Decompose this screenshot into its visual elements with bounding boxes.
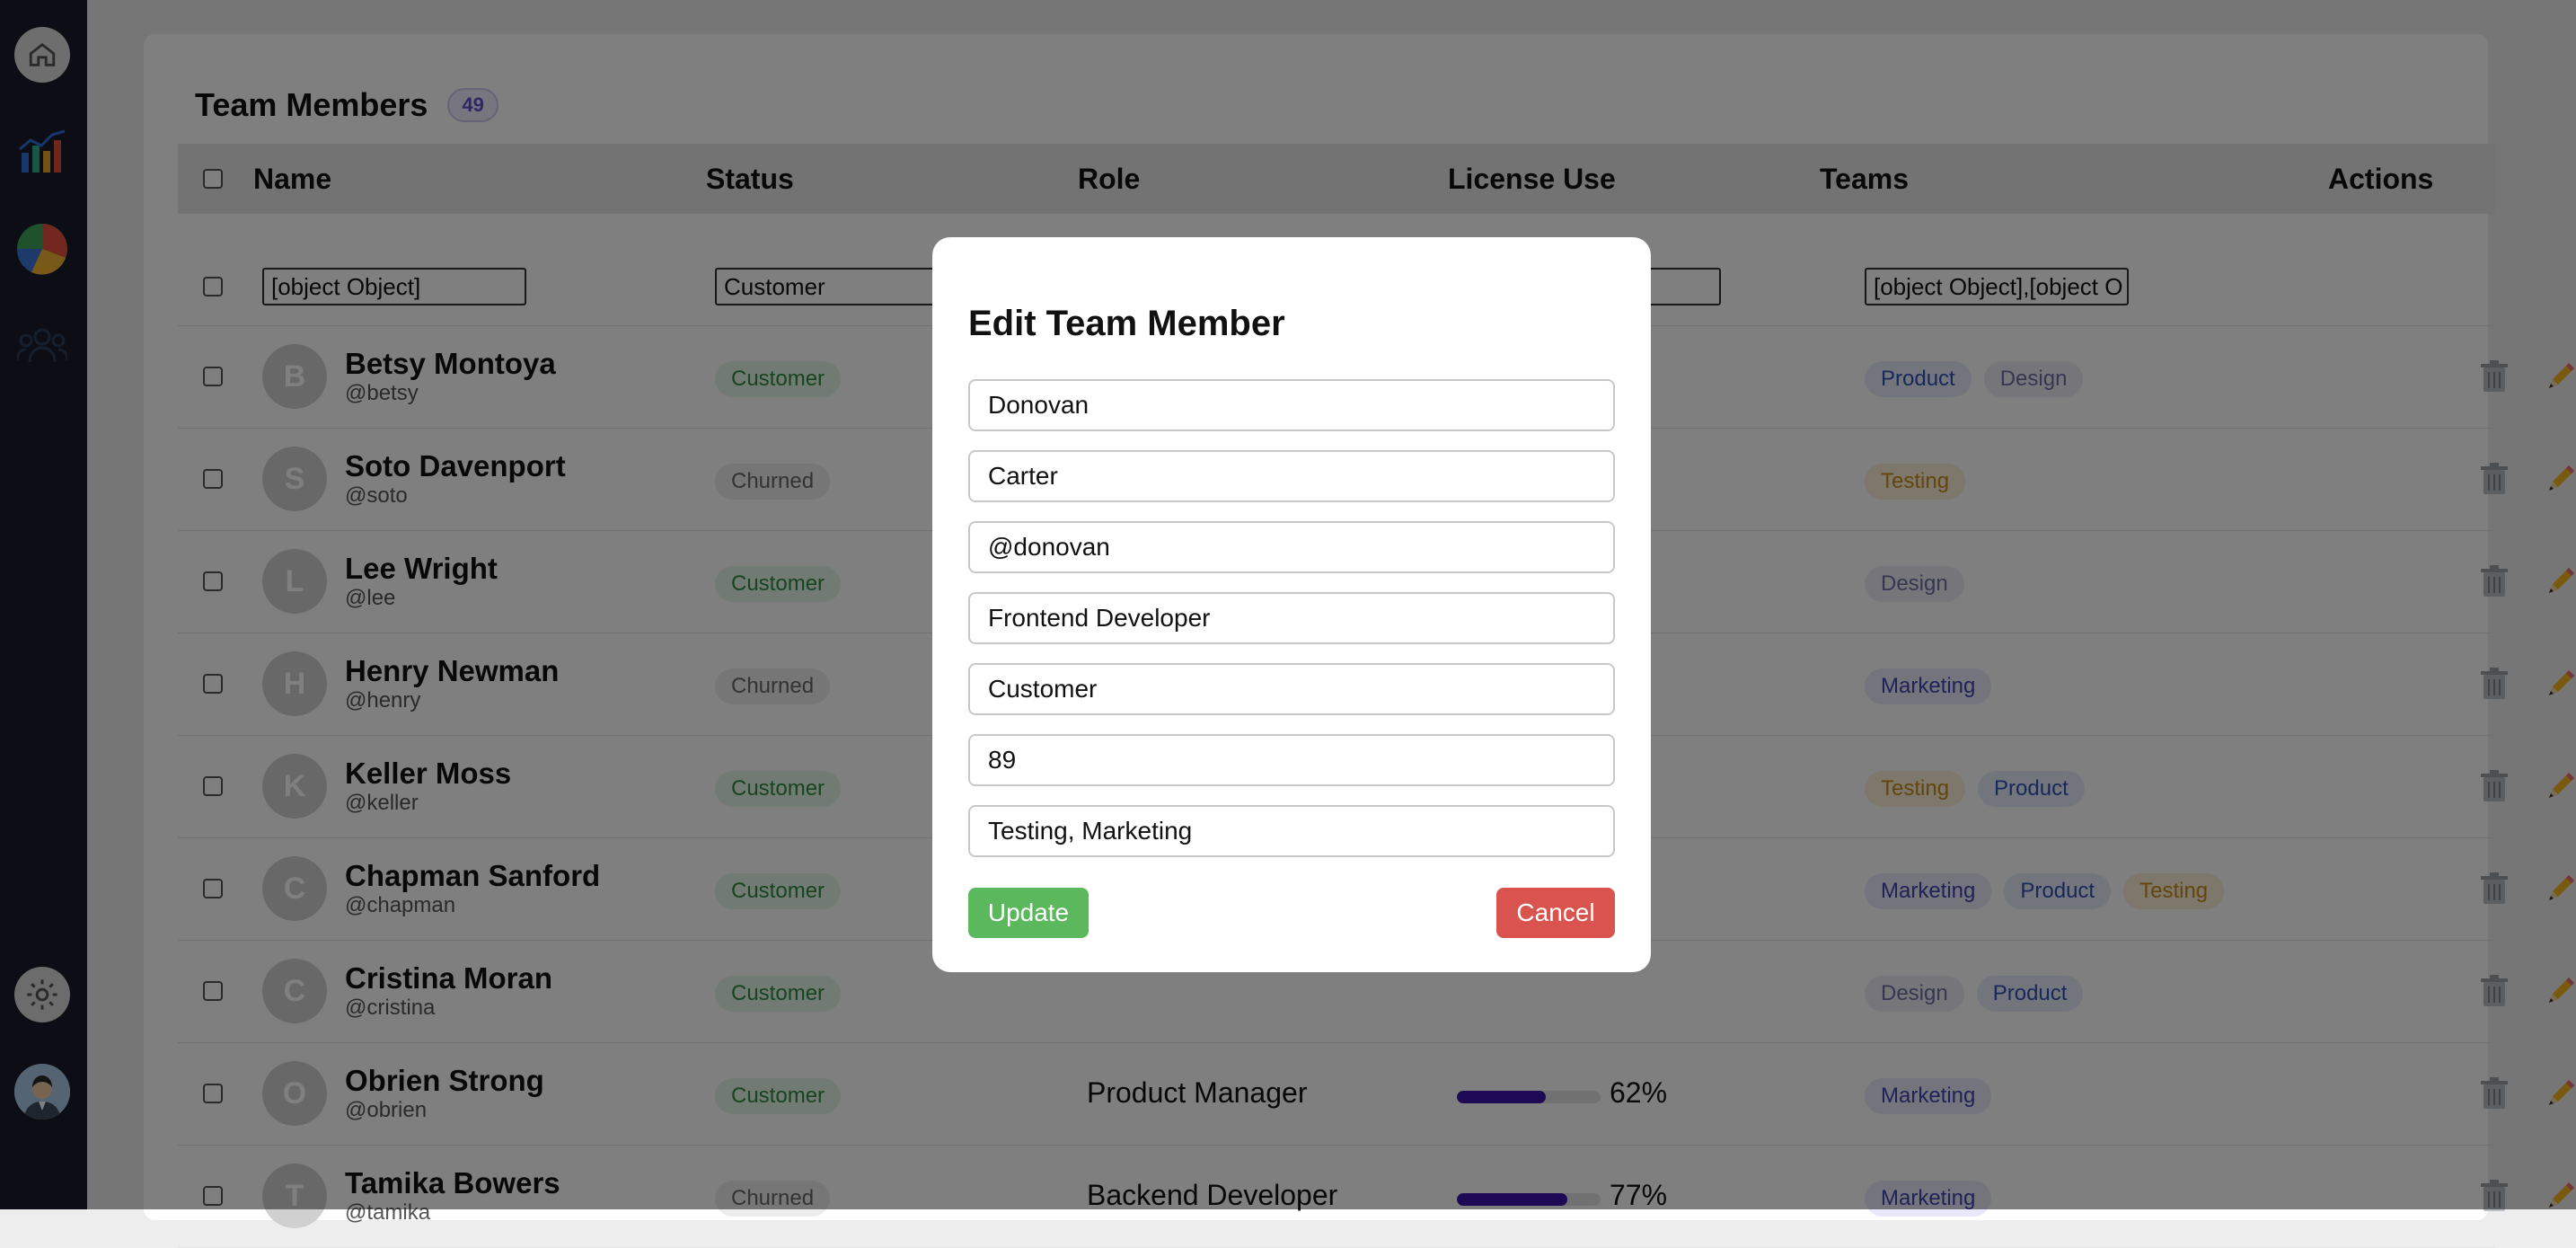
cancel-button[interactable]: Cancel <box>1496 888 1615 938</box>
role-field[interactable]: Frontend Developer <box>968 592 1615 644</box>
edit-member-modal: Edit Team Member Donovan Carter @donovan… <box>932 237 1651 972</box>
license-use-field[interactable]: 89 <box>968 734 1615 786</box>
update-button[interactable]: Update <box>968 888 1089 938</box>
first-name-field[interactable]: Donovan <box>968 379 1615 431</box>
status-field[interactable]: Customer <box>968 663 1615 715</box>
modal-title: Edit Team Member <box>968 304 1285 343</box>
teams-field[interactable]: Testing, Marketing <box>968 805 1615 857</box>
username-field[interactable]: @donovan <box>968 521 1615 573</box>
last-name-field[interactable]: Carter <box>968 450 1615 502</box>
